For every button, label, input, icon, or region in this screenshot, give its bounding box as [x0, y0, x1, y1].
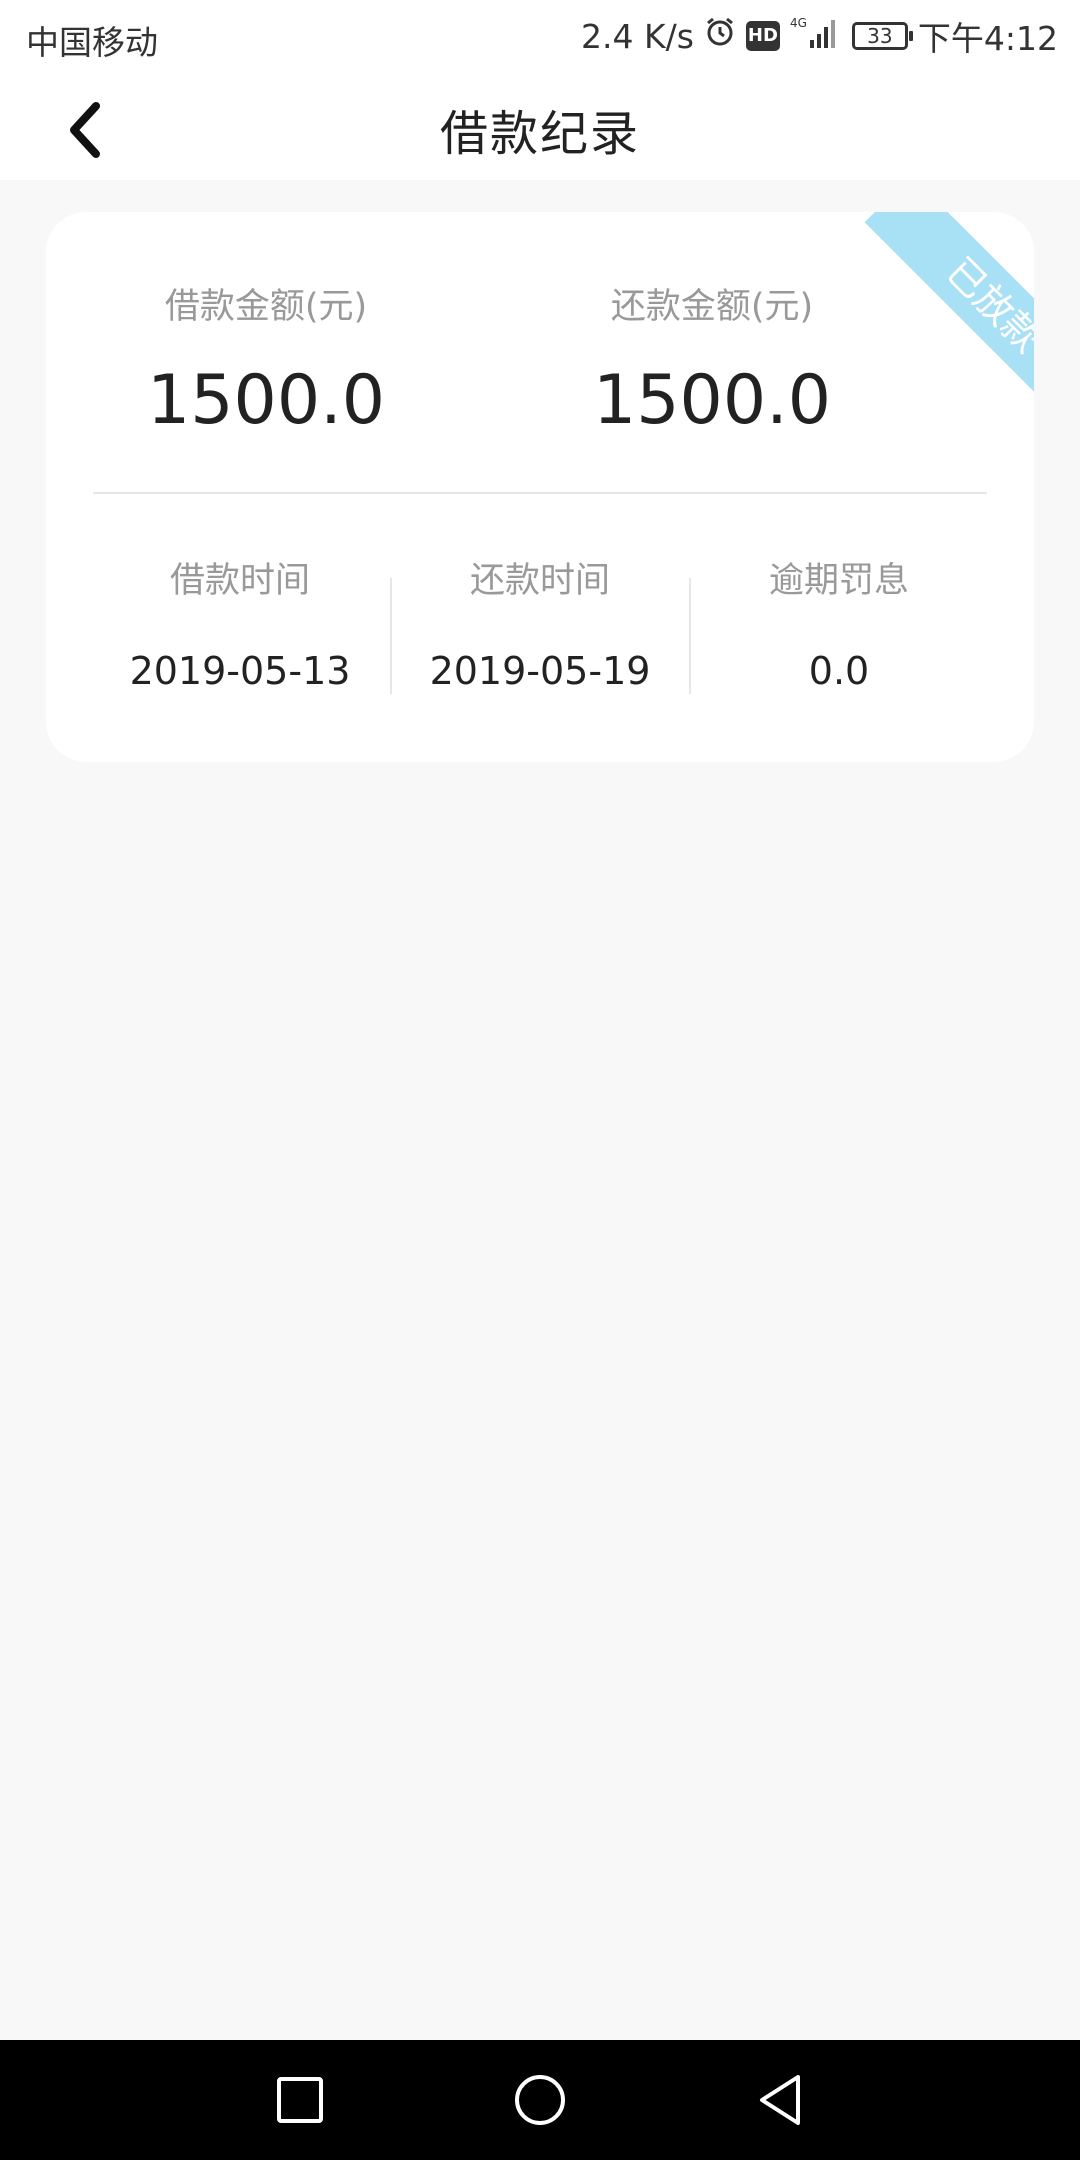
signal-icon: 4G: [790, 14, 842, 58]
battery-indicator: 33: [851, 22, 913, 50]
clock: 下午4:12: [917, 19, 1058, 58]
overdue-penalty-label: 逾期罚息: [768, 561, 909, 601]
repay-date-block: 还款时间 2019-05-19: [390, 552, 690, 693]
recent-apps-button[interactable]: [260, 2060, 340, 2140]
circle-icon: [515, 2075, 565, 2125]
repay-date-label: 还款时间: [469, 561, 610, 601]
header: 借款纪录: [0, 72, 1080, 180]
carrier-name: 中国移动: [26, 23, 158, 62]
status-bar: 中国移动 2.4 K/s HD 4G 33 下午4:12: [0, 0, 1080, 72]
triangle-back-icon: [760, 2075, 800, 2125]
loan-amount-value: 1500.0: [147, 361, 385, 440]
loan-date-block: 借款时间 2019-05-13: [90, 552, 390, 693]
repay-date-value: 2019-05-19: [429, 649, 651, 693]
network-speed: 2.4 K/s: [580, 16, 694, 56]
loan-date-label: 借款时间: [169, 561, 310, 601]
square-icon: [277, 2077, 323, 2123]
loan-record-card[interactable]: 已放款 借款金额(元) 1500.0 还款金额(元) 1500.0 借款时间 2…: [46, 212, 1034, 762]
overdue-penalty-block: 逾期罚息 0.0: [689, 552, 989, 693]
alarm-icon: [704, 16, 736, 56]
network-type: 4G: [790, 16, 807, 30]
repay-amount-value: 1500.0: [593, 361, 831, 440]
system-navigation-bar: [0, 2040, 1080, 2160]
loan-amount-block: 借款金额(元) 1500.0: [46, 278, 486, 440]
loan-date-value: 2019-05-13: [129, 649, 351, 693]
overdue-penalty-value: 0.0: [808, 649, 870, 693]
home-button[interactable]: [500, 2060, 580, 2140]
hd-badge: HD: [745, 21, 780, 51]
loan-details-row: 借款时间 2019-05-13 还款时间 2019-05-19 逾期罚息 0.0: [46, 552, 1034, 702]
status-indicators: 2.4 K/s HD 4G 33 下午4:12: [571, 12, 1058, 60]
repay-amount-block: 还款金额(元) 1500.0: [492, 278, 932, 440]
repay-amount-label: 还款金额(元): [610, 287, 814, 327]
loan-record-screen: 中国移动 2.4 K/s HD 4G 33 下午4:12 借款纪录 已放款 借款…: [0, 0, 1080, 2160]
page-title: 借款纪录: [439, 106, 640, 162]
system-back-button[interactable]: [740, 2060, 820, 2140]
loan-amount-label: 借款金额(元): [164, 287, 368, 327]
card-divider: [93, 492, 987, 494]
